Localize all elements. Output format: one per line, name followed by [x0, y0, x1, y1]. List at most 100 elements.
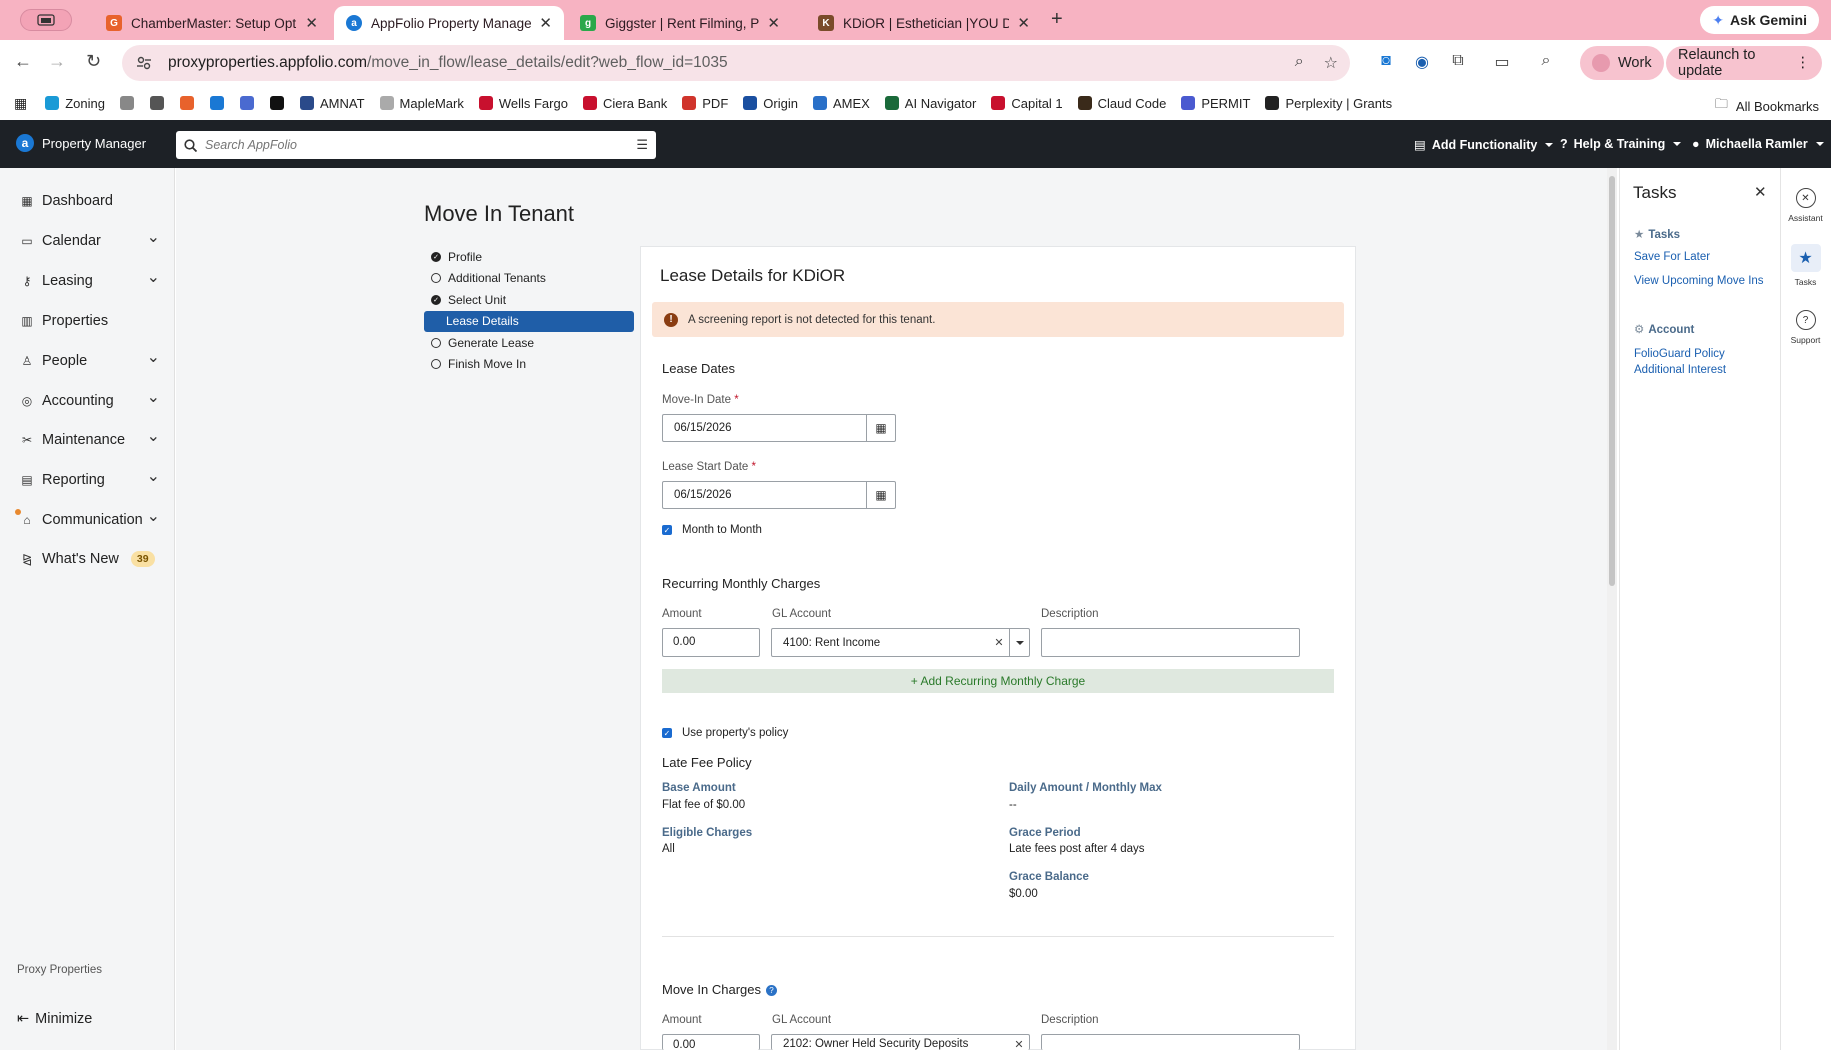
browser-tab-giggster[interactable]: g Giggster | Rent Filming, Photo ✕: [568, 6, 792, 40]
sidebar-item-communication[interactable]: ⌂ Communication ⌄: [20, 508, 160, 528]
chevron-down-icon[interactable]: ⌄: [147, 227, 160, 247]
clear-icon[interactable]: ✕: [989, 636, 1009, 649]
month-to-month-checkbox[interactable]: ✓ Month to Month: [662, 524, 762, 536]
support-button[interactable]: ? Support: [1780, 310, 1831, 345]
kebab-menu-icon[interactable]: ⋮: [1796, 55, 1811, 71]
help-training-menu[interactable]: ? Help & Training: [1560, 137, 1682, 151]
chevron-down-icon[interactable]: ⌄: [147, 347, 160, 367]
ask-gemini-button[interactable]: ✦ Ask Gemini: [1700, 6, 1819, 34]
lease-start-date-field[interactable]: 06/15/2026 ▦: [662, 481, 896, 509]
bookmark-item[interactable]: [239, 96, 260, 110]
browser-tab-appfolio[interactable]: a AppFolio Property Manager ✕: [334, 6, 564, 40]
new-tab-icon[interactable]: +: [1051, 8, 1063, 31]
view-upcoming-move-ins-link[interactable]: View Upcoming Move Ins: [1634, 273, 1764, 289]
forward-icon[interactable]: →: [48, 51, 66, 72]
calendar-icon[interactable]: ▦: [866, 415, 895, 441]
clear-icon[interactable]: ✕: [1009, 1038, 1029, 1050]
search-input[interactable]: [205, 138, 605, 152]
sidebar-item-maintenance[interactable]: ✂ Maintenance ⌄: [20, 428, 160, 448]
scrollbar-thumb[interactable]: [1609, 176, 1615, 586]
add-recurring-charge-button[interactable]: + Add Recurring Monthly Charge: [662, 669, 1334, 693]
move-in-description-input[interactable]: [1041, 1034, 1300, 1050]
appfolio-logo[interactable]: a Property Manager: [16, 134, 146, 152]
use-property-policy-checkbox[interactable]: ✓ Use property's policy: [662, 727, 788, 739]
wizard-step-lease-details[interactable]: Lease Details: [424, 310, 634, 332]
wizard-step-finish-move-in[interactable]: Finish Move In: [424, 354, 634, 376]
bookmark-item[interactable]: [149, 96, 170, 110]
address-bar[interactable]: proxyproperties.appfolio.com/move_in_flo…: [122, 45, 1350, 81]
checkbox-checked-icon[interactable]: ✓: [662, 728, 672, 738]
recurring-amount-input[interactable]: 0.00: [662, 628, 760, 657]
sidebar-item-reporting[interactable]: ▤ Reporting ⌄: [20, 468, 160, 488]
chevron-down-icon[interactable]: ⌄: [147, 426, 160, 446]
close-tab-icon[interactable]: ✕: [1017, 14, 1030, 32]
sidebar-item-accounting[interactable]: ◎ Accounting ⌄: [20, 389, 160, 409]
sidebar-item-properties[interactable]: ▥ Properties: [20, 313, 160, 329]
chevron-down-icon[interactable]: ⌄: [147, 387, 160, 407]
relaunch-button[interactable]: Relaunch to update ⋮: [1666, 46, 1822, 80]
bookmark-item[interactable]: AMNAT: [299, 96, 365, 111]
reload-icon[interactable]: ↻: [86, 51, 101, 72]
sidebar-item-dashboard[interactable]: ▦ Dashboard: [20, 193, 160, 209]
search-filter-icon[interactable]: ☰: [636, 137, 648, 153]
calendar-icon[interactable]: ▦: [866, 482, 895, 508]
bookmark-item[interactable]: [209, 96, 230, 110]
bookmark-item[interactable]: Perplexity | Grants: [1265, 96, 1392, 111]
folioguard-policy-link[interactable]: FolioGuard Policy Additional Interest: [1634, 346, 1764, 378]
side-panel-icon[interactable]: ▭: [1476, 52, 1528, 72]
profile-switcher[interactable]: [20, 9, 72, 31]
sidebar-item-calendar[interactable]: ▭ Calendar ⌄: [20, 229, 160, 249]
bookmark-item[interactable]: Claud Code: [1077, 96, 1166, 111]
add-functionality-menu[interactable]: ▤ Add Functionality: [1414, 137, 1554, 152]
global-search[interactable]: ☰: [176, 131, 656, 159]
bookmark-item[interactable]: [119, 96, 140, 110]
bookmark-item[interactable]: MapleMark: [379, 96, 464, 111]
close-tab-icon[interactable]: ✕: [539, 14, 552, 32]
recurring-description-input[interactable]: [1041, 628, 1300, 657]
bookmark-item[interactable]: Origin: [743, 96, 798, 111]
user-menu[interactable]: ● Michaella Ramler: [1692, 137, 1824, 151]
move-in-date-field[interactable]: 06/15/2026 ▦: [662, 414, 896, 442]
chevron-down-icon[interactable]: ⌄: [147, 267, 160, 287]
extension-icon[interactable]: ◙: [1368, 52, 1404, 72]
close-tab-icon[interactable]: ✕: [305, 14, 318, 32]
bookmark-item[interactable]: Capital 1: [991, 96, 1063, 111]
bookmark-star-icon[interactable]: ☆: [1324, 53, 1338, 73]
wizard-step-select-unit[interactable]: ✓ Select Unit: [424, 289, 634, 311]
bookmark-item[interactable]: PERMIT: [1181, 96, 1250, 111]
sidebar-item-what-s-new[interactable]: ⧎ What's New 39: [20, 551, 160, 567]
all-bookmarks-button[interactable]: 🗀 All Bookmarks: [1715, 95, 1819, 117]
chevron-down-icon[interactable]: ⌄: [147, 506, 160, 526]
sidebar-item-leasing[interactable]: ⚷ Leasing ⌄: [20, 269, 160, 289]
move-in-amount-input[interactable]: 0.00: [662, 1034, 760, 1050]
bookmark-item[interactable]: AI Navigator: [884, 96, 976, 111]
main-scrollbar[interactable]: [1607, 168, 1617, 1050]
checkbox-checked-icon[interactable]: ✓: [662, 525, 672, 535]
wizard-step-profile[interactable]: ✓ Profile: [424, 246, 634, 268]
bookmark-item[interactable]: PDF: [682, 96, 728, 111]
bookmark-item[interactable]: Zoning: [45, 96, 105, 111]
close-icon[interactable]: ✕: [1754, 183, 1767, 201]
recurring-gl-account-select[interactable]: 4100: Rent Income ✕: [771, 628, 1030, 657]
wizard-step-additional-tenants[interactable]: Additional Tenants: [424, 268, 634, 290]
browser-tab-kdior[interactable]: K KDiOR | Esthetician |YOU DEF ✕: [806, 6, 1042, 40]
close-tab-icon[interactable]: ✕: [767, 14, 780, 32]
site-info-icon[interactable]: [136, 55, 152, 71]
apps-grid-icon[interactable]: ▦: [14, 95, 27, 112]
minimize-nav-button[interactable]: ⇤ Minimize: [17, 1011, 92, 1027]
bookmark-item[interactable]: [179, 96, 200, 110]
zoom-icon[interactable]: ⌕: [1295, 53, 1304, 73]
back-icon[interactable]: ←: [14, 51, 32, 72]
work-profile-button[interactable]: Work: [1580, 46, 1664, 80]
wizard-step-generate-lease[interactable]: Generate Lease: [424, 332, 634, 354]
bookmark-item[interactable]: [269, 96, 290, 110]
bookmark-item[interactable]: Ciera Bank: [582, 96, 667, 111]
chevron-down-icon[interactable]: ⌄: [147, 466, 160, 486]
save-for-later-link[interactable]: Save For Later: [1634, 249, 1764, 265]
sidebar-item-people[interactable]: ♙ People ⌄: [20, 349, 160, 369]
tab-search-icon[interactable]: ⌕: [1528, 52, 1564, 72]
move-in-gl-account-select[interactable]: 2102: Owner Held Security Deposits ✕: [771, 1034, 1030, 1050]
tasks-rail-button[interactable]: ★ Tasks: [1780, 244, 1831, 287]
browser-tab-chambermaster[interactable]: G ChamberMaster: Setup Optio ✕: [94, 6, 330, 40]
extensions-puzzle-icon[interactable]: ⧉: [1440, 52, 1476, 72]
